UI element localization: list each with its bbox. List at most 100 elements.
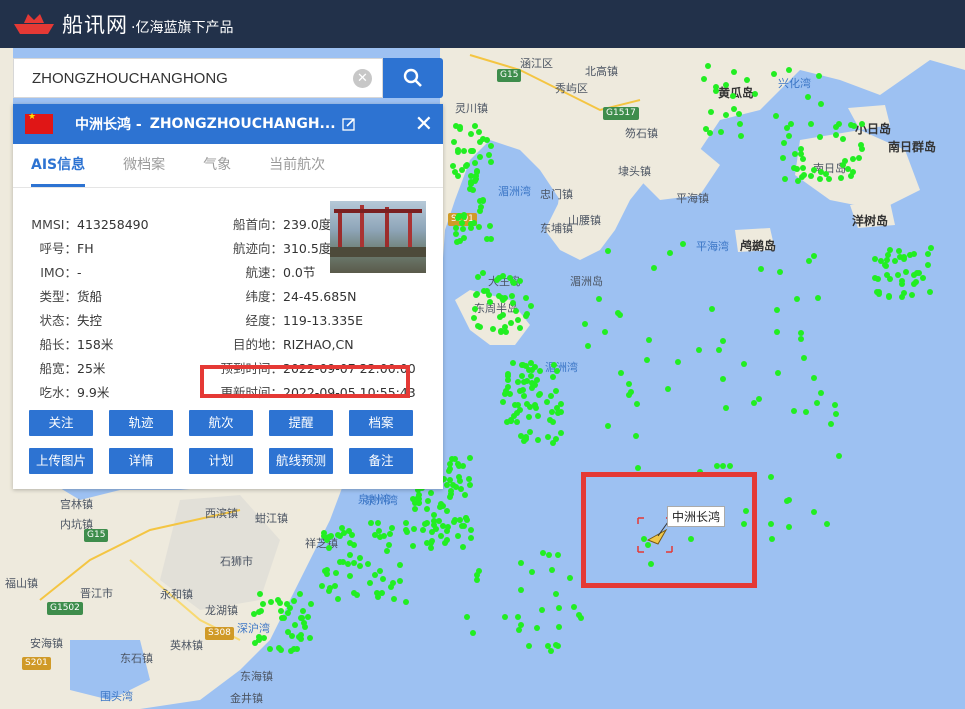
vessel-marker[interactable] [291, 598, 297, 604]
vessel-marker[interactable] [292, 622, 298, 628]
vessel-marker[interactable] [546, 552, 552, 558]
track-button[interactable]: 轨迹 [109, 410, 173, 436]
vessel-marker[interactable] [727, 463, 733, 469]
vessel-marker[interactable] [550, 374, 556, 380]
vessel-marker[interactable] [806, 258, 812, 264]
vessel-marker[interactable] [508, 417, 514, 423]
vessel-marker[interactable] [477, 324, 483, 330]
vessel-marker[interactable] [294, 646, 300, 652]
vessel-marker[interactable] [526, 643, 532, 649]
vessel-marker[interactable] [453, 231, 459, 237]
vessel-marker[interactable] [768, 521, 774, 527]
vessel-marker[interactable] [529, 385, 535, 391]
vessel-marker[interactable] [602, 329, 608, 335]
vessel-marker[interactable] [826, 176, 832, 182]
vessel-marker[interactable] [515, 402, 521, 408]
vessel-marker[interactable] [300, 608, 306, 614]
vessel-marker[interactable] [519, 373, 525, 379]
vessel-marker[interactable] [521, 438, 527, 444]
vessel-marker[interactable] [752, 91, 758, 97]
vessel-marker[interactable] [299, 615, 305, 621]
vessel-marker[interactable] [464, 614, 470, 620]
vessel-marker[interactable] [731, 69, 737, 75]
vessel-marker[interactable] [305, 614, 311, 620]
vessel-marker[interactable] [848, 122, 854, 128]
vessel-marker[interactable] [794, 166, 800, 172]
vessel-marker[interactable] [730, 93, 736, 99]
vessel-marker[interactable] [554, 368, 560, 374]
reminder-button[interactable]: 提醒 [269, 410, 333, 436]
vessel-marker[interactable] [872, 275, 878, 281]
vessel-marker[interactable] [633, 433, 639, 439]
vessel-marker[interactable] [784, 125, 790, 131]
vessel-marker[interactable] [476, 224, 482, 230]
vessel-marker[interactable] [444, 508, 450, 514]
vessel-marker[interactable] [377, 568, 383, 574]
vessel-marker[interactable] [556, 624, 562, 630]
vessel-marker[interactable] [808, 173, 814, 179]
vessel-marker[interactable] [845, 166, 851, 172]
target-ship-label[interactable]: 中洲长鸿 [667, 506, 726, 527]
vessel-marker[interactable] [460, 544, 466, 550]
vessel-marker[interactable] [626, 392, 632, 398]
ship-photo[interactable] [330, 201, 426, 273]
vessel-marker[interactable] [824, 521, 830, 527]
vessel-marker[interactable] [308, 601, 314, 607]
vessel-marker[interactable] [473, 176, 479, 182]
vessel-marker[interactable] [416, 500, 422, 506]
vessel-marker[interactable] [467, 482, 473, 488]
vessel-marker[interactable] [488, 159, 494, 165]
vessel-marker[interactable] [347, 573, 353, 579]
vessel-marker[interactable] [424, 520, 430, 526]
vessel-marker[interactable] [461, 235, 467, 241]
vessel-marker[interactable] [389, 525, 395, 531]
vessel-marker[interactable] [357, 555, 363, 561]
tab-micro-archive[interactable]: 微档案 [123, 144, 165, 187]
vessel-marker[interactable] [558, 409, 564, 415]
vessel-marker[interactable] [367, 580, 373, 586]
vessel-marker[interactable] [634, 401, 640, 407]
vessel-marker[interactable] [528, 303, 534, 309]
vessel-marker[interactable] [515, 317, 521, 323]
vessel-marker[interactable] [256, 609, 262, 615]
vessel-marker[interactable] [723, 405, 729, 411]
vessel-marker[interactable] [459, 167, 465, 173]
vessel-marker[interactable] [403, 527, 409, 533]
vessel-marker[interactable] [451, 139, 457, 145]
vessel-marker[interactable] [447, 466, 453, 472]
vessel-marker[interactable] [901, 254, 907, 260]
vessel-marker[interactable] [461, 148, 467, 154]
vessel-marker[interactable] [470, 630, 476, 636]
vessel-marker[interactable] [526, 414, 532, 420]
vessel-marker[interactable] [510, 360, 516, 366]
vessel-marker[interactable] [605, 423, 611, 429]
vessel-marker[interactable] [381, 533, 387, 539]
vessel-marker[interactable] [521, 393, 527, 399]
vessel-marker[interactable] [412, 506, 418, 512]
vessel-marker[interactable] [462, 492, 468, 498]
vessel-marker[interactable] [774, 307, 780, 313]
vessel-marker[interactable] [468, 527, 474, 533]
vessel-marker[interactable] [549, 567, 555, 573]
vessel-marker[interactable] [838, 175, 844, 181]
vessel-marker[interactable] [909, 292, 915, 298]
vessel-marker[interactable] [520, 387, 526, 393]
vessel-marker[interactable] [911, 251, 917, 257]
vessel-marker[interactable] [791, 408, 797, 414]
vessel-marker[interactable] [460, 463, 466, 469]
vessel-marker[interactable] [775, 370, 781, 376]
vessel-marker[interactable] [840, 136, 846, 142]
vessel-marker[interactable] [444, 482, 450, 488]
vessel-marker[interactable] [515, 379, 521, 385]
vessel-marker[interactable] [480, 197, 486, 203]
vessel-marker[interactable] [372, 572, 378, 578]
vessel-marker[interactable] [481, 288, 487, 294]
vessel-marker[interactable] [784, 498, 790, 504]
vessel-marker[interactable] [498, 329, 504, 335]
vessel-marker[interactable] [811, 375, 817, 381]
vessel-marker[interactable] [488, 143, 494, 149]
vessel-marker[interactable] [665, 386, 671, 392]
vessel-marker[interactable] [814, 400, 820, 406]
vessel-marker[interactable] [529, 569, 535, 575]
vessel-marker[interactable] [517, 278, 523, 284]
